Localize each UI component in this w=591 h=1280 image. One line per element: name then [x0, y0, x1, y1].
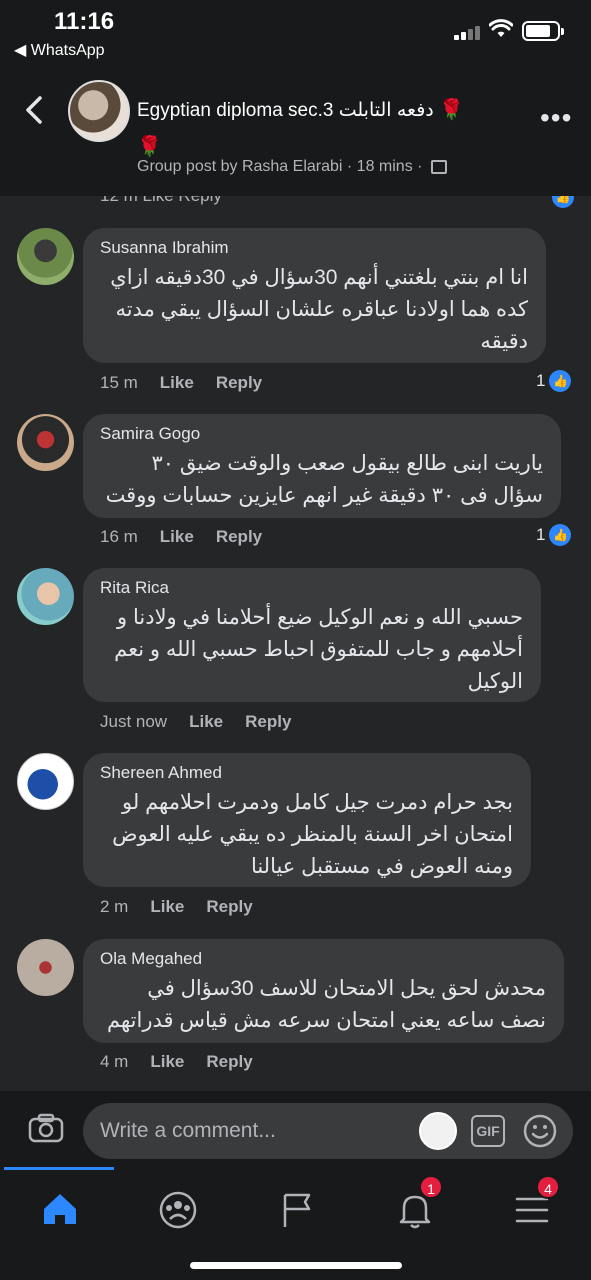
tab-notifications[interactable]: 1: [385, 1175, 445, 1243]
rose-icon: 🌹: [137, 136, 162, 158]
tab-groups[interactable]: [148, 1179, 208, 1243]
status-time: 11:16: [54, 8, 115, 35]
audience-icon: [430, 159, 447, 174]
avatar-sticker-icon[interactable]: [419, 1112, 457, 1150]
home-icon: [44, 1194, 76, 1224]
like-count-number: 1: [536, 525, 546, 544]
comment-input[interactable]: [100, 1115, 400, 1147]
home-indicator: [190, 1262, 402, 1269]
gif-button[interactable]: GIF: [471, 1115, 505, 1147]
like-count[interactable]: 1 👍: [536, 370, 572, 392]
avatar[interactable]: [17, 568, 74, 625]
avatar[interactable]: [17, 228, 74, 285]
comment-text: ياريت ابنى طالع بيقول صعب والوقت ضيق ٣٠ …: [105, 452, 543, 507]
commenter-name[interactable]: Samira Gogo: [100, 424, 543, 444]
comment-bubble[interactable]: Rita Rica حسبي الله و نعم الوكيل ضيع أحل…: [83, 568, 541, 702]
wifi-icon: [489, 19, 513, 37]
back-chevron-icon[interactable]: [18, 90, 52, 130]
camera-icon[interactable]: [28, 1113, 64, 1143]
comment-text: بجد حرام دمرت جيل كامل ودمرت احلامهم لو …: [112, 791, 513, 878]
comment-bubble[interactable]: Ola Megahed محدش لحق يحل الامتحان للاسف …: [83, 939, 564, 1043]
comment-text: انا ام بنتي بلغتني أنهم 30سؤال في 30دقيق…: [110, 266, 528, 353]
comment-actions: 4 m Like Reply: [100, 1052, 275, 1072]
reply-button[interactable]: Reply: [245, 712, 291, 732]
comment-bubble[interactable]: Susanna Ibrahim انا ام بنتي بلغتني أنهم …: [83, 228, 546, 363]
reply-button[interactable]: Reply: [206, 897, 252, 917]
like-button[interactable]: Like: [150, 1052, 184, 1072]
comment-bubble[interactable]: Samira Gogo ياريت ابنى طالع بيقول صعب وا…: [83, 414, 561, 518]
rose-icon: 🌹: [439, 99, 464, 121]
comment-time: 2 m: [100, 897, 129, 916]
comment-actions: 15 m Like Reply: [100, 373, 284, 393]
comments-list[interactable]: 12 m Like Reply 👍 Susanna Ibrahim انا ام…: [0, 196, 591, 1091]
menu-badge: 4: [536, 1175, 560, 1199]
active-tab-indicator: [4, 1167, 114, 1170]
group-title-text: Egyptian diploma sec.3 دفعه التابلت: [137, 100, 434, 121]
comment-bubble[interactable]: Shereen Ahmed بجد حرام دمرت جيل كامل ودم…: [83, 753, 531, 887]
group-avatar[interactable]: [68, 80, 130, 142]
comment-text: حسبي الله و نعم الوكيل ضيع أحلامنا في ول…: [114, 606, 523, 693]
reply-button[interactable]: Reply: [216, 527, 262, 547]
more-options-button[interactable]: •••: [540, 102, 572, 134]
tab-pages[interactable]: [267, 1179, 327, 1243]
commenter-name[interactable]: Ola Megahed: [100, 949, 546, 969]
comment-actions: Just now Like Reply: [100, 712, 313, 732]
comment-actions: 16 m Like Reply: [100, 527, 284, 547]
comment-box[interactable]: GIF: [83, 1103, 573, 1159]
commenter-name[interactable]: Shereen Ahmed: [100, 763, 513, 783]
emoji-icon[interactable]: [522, 1113, 558, 1149]
comment-time: 15 m: [100, 373, 138, 392]
avatar[interactable]: [17, 414, 74, 471]
previous-comment-meta: 12 m Like Reply: [100, 196, 222, 206]
like-button[interactable]: Like: [150, 897, 184, 917]
like-button[interactable]: Like: [189, 712, 223, 732]
notifications-badge: 1: [419, 1175, 443, 1199]
post-author-info: Group post by Rasha Elarabi · 18 mins ·: [137, 158, 423, 175]
thumbs-up-icon: 👍: [549, 370, 572, 392]
like-count-icon: 👍: [552, 196, 574, 208]
post-subtitle: Group post by Rasha Elarabi · 18 mins ·: [137, 158, 447, 176]
status-bar: 11:16 ◀ WhatsApp: [0, 0, 591, 62]
groups-icon: [159, 1191, 197, 1229]
avatar[interactable]: [17, 939, 74, 996]
like-button[interactable]: Like: [160, 373, 194, 393]
comment-time: 16 m: [100, 527, 138, 546]
thumbs-up-icon: 👍: [549, 524, 572, 546]
comment-text: محدش لحق يحل الامتحان للاسف 30سؤال في نص…: [107, 977, 546, 1032]
tab-menu[interactable]: 4: [502, 1175, 562, 1243]
flag-icon: [283, 1193, 311, 1227]
like-button[interactable]: Like: [160, 527, 194, 547]
comment-actions: 2 m Like Reply: [100, 897, 275, 917]
reply-button[interactable]: Reply: [216, 373, 262, 393]
comment-time: Just now: [100, 712, 168, 731]
like-count-number: 1: [536, 371, 546, 390]
battery-icon: [522, 21, 564, 41]
comment-composer: GIF: [0, 1091, 591, 1167]
comment-time: 4 m: [100, 1052, 129, 1071]
post-header: Egyptian diploma sec.3 دفعه التابلت 🌹 🌹 …: [0, 62, 591, 196]
commenter-name[interactable]: Susanna Ibrahim: [100, 238, 528, 258]
commenter-name[interactable]: Rita Rica: [100, 578, 523, 598]
signal-icon: [454, 24, 482, 40]
avatar[interactable]: [17, 753, 74, 810]
reply-button[interactable]: Reply: [206, 1052, 252, 1072]
group-title[interactable]: Egyptian diploma sec.3 دفعه التابلت 🌹 🌹: [137, 92, 517, 166]
like-count[interactable]: 1 👍: [536, 524, 572, 546]
tab-home[interactable]: [30, 1179, 90, 1243]
back-to-whatsapp-link[interactable]: ◀ WhatsApp: [14, 40, 105, 60]
